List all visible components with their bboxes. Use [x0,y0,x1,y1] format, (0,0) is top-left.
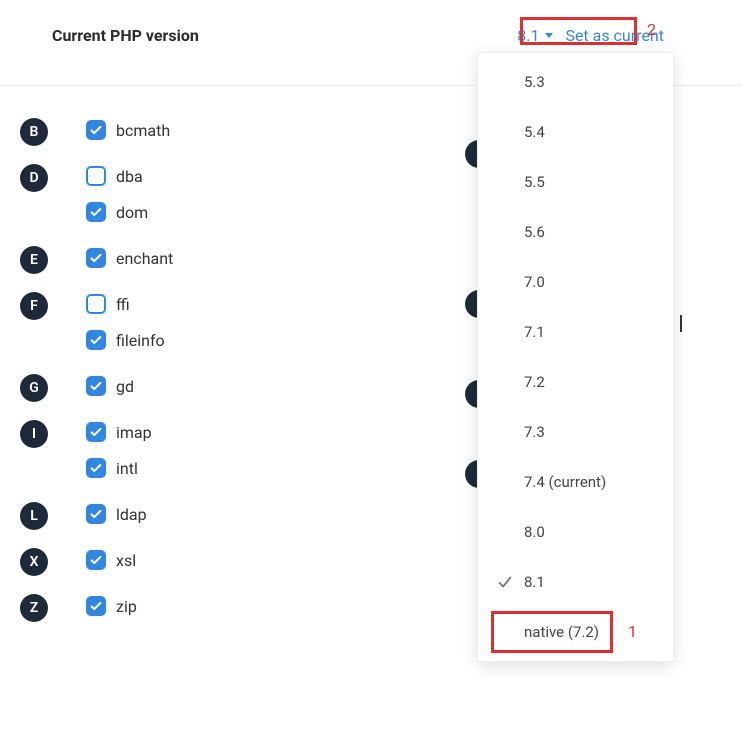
extension-row: ldap [86,504,147,524]
extension-label: gd [116,377,134,396]
group-items: bcmath [86,116,170,154]
extension-checkbox[interactable] [86,376,106,396]
version-option-label: 5.5 [524,173,545,191]
extension-row: bcmath [86,120,170,140]
extension-row: enchant [86,248,173,268]
extension-row: intl [86,458,152,478]
extension-checkbox[interactable] [86,248,106,268]
version-option[interactable]: 8.0 [478,507,673,557]
version-option-label: 5.6 [524,223,545,241]
extension-label: ffi [116,295,130,314]
version-option[interactable]: 5.5 [478,157,673,207]
selected-version-label: 8.1 [517,26,539,45]
extension-row: ffi [86,294,165,314]
version-option-label: 5.4 [524,123,545,141]
version-option[interactable]: 7.4 (current) [478,457,673,507]
version-option-label: 8.1 [524,573,545,591]
version-option[interactable]: 5.3 [478,57,673,107]
version-dropdown-menu[interactable]: 5.3 5.4 5.5 5.6 7.0 7.1 7.2 7.3 7.4 (current) 8.0… [477,52,674,662]
version-option[interactable]: 7.0 [478,257,673,307]
version-option[interactable]: 5.6 [478,207,673,257]
group-items: ldap [86,500,147,538]
group-items: dba dom [86,162,148,236]
version-option-label: 5.3 [524,73,545,91]
version-option-label: 7.3 [524,423,545,441]
version-option-label: 7.2 [524,373,545,391]
group-letter-badge: F [20,292,48,320]
annotation-label-bottom: 1 [628,622,637,641]
extension-row: dba [86,166,148,186]
extension-label: enchant [116,249,173,268]
version-option[interactable]: 7.1 [478,307,673,357]
extension-checkbox[interactable] [86,166,106,186]
group-items: enchant [86,244,173,282]
extension-row: imap [86,422,152,442]
extension-label: intl [116,459,138,478]
group-letter-badge: B [20,118,48,146]
version-option-label: 7.1 [524,323,545,341]
extension-checkbox[interactable] [86,550,106,570]
version-option[interactable]: 8.1 [478,557,673,607]
extension-label: bcmath [116,121,170,140]
extension-label: zip [116,597,137,616]
extension-checkbox[interactable] [86,504,106,524]
extension-checkbox[interactable] [86,202,106,222]
extension-checkbox[interactable] [86,120,106,140]
group-letter-badge: L [20,502,48,530]
version-option-label: 7.4 (current) [524,473,606,491]
extension-label: dba [116,167,143,186]
extension-checkbox[interactable] [86,294,106,314]
version-option[interactable]: 5.4 [478,107,673,157]
extension-checkbox[interactable] [86,330,106,350]
annotation-label-top: 2 [647,20,656,39]
group-letter-badge: G [20,374,48,402]
version-option[interactable]: 7.3 [478,407,673,457]
check-icon [496,573,518,591]
group-letter-badge: Z [20,594,48,622]
extension-checkbox[interactable] [86,422,106,442]
extension-label: ldap [116,505,147,524]
group-items: ffi fileinfo [86,290,165,364]
page-title: Current PHP version [52,26,199,45]
extension-checkbox[interactable] [86,596,106,616]
version-option-label: 8.0 [524,523,545,541]
extension-label: fileinfo [116,331,165,350]
version-dropdown-trigger[interactable]: 8.1 [517,26,553,45]
caret-down-icon [545,33,553,38]
group-letter-badge: D [20,164,48,192]
extension-label: imap [116,423,152,442]
group-items: xsl [86,546,136,584]
extension-checkbox[interactable] [86,458,106,478]
extension-row: gd [86,376,134,396]
group-items: gd [86,372,134,410]
extension-row: fileinfo [86,330,165,350]
scroll-indicator [680,315,682,332]
group-letter-badge: I [20,420,48,448]
extension-label: dom [116,203,148,222]
group-items: zip [86,592,137,630]
version-controls: 8.1 Set as current [517,24,716,47]
group-items: imap intl [86,418,152,492]
group-letter-badge: E [20,246,48,274]
extension-row: dom [86,202,148,222]
group-letter-badge: X [20,548,48,576]
version-option[interactable]: 7.2 [478,357,673,407]
extension-row: zip [86,596,137,616]
version-option-label: 7.0 [524,273,545,291]
version-option-label: native (7.2) [524,623,599,641]
version-option[interactable]: native (7.2) [478,607,673,657]
extension-row: xsl [86,550,136,570]
extension-label: xsl [116,551,136,570]
